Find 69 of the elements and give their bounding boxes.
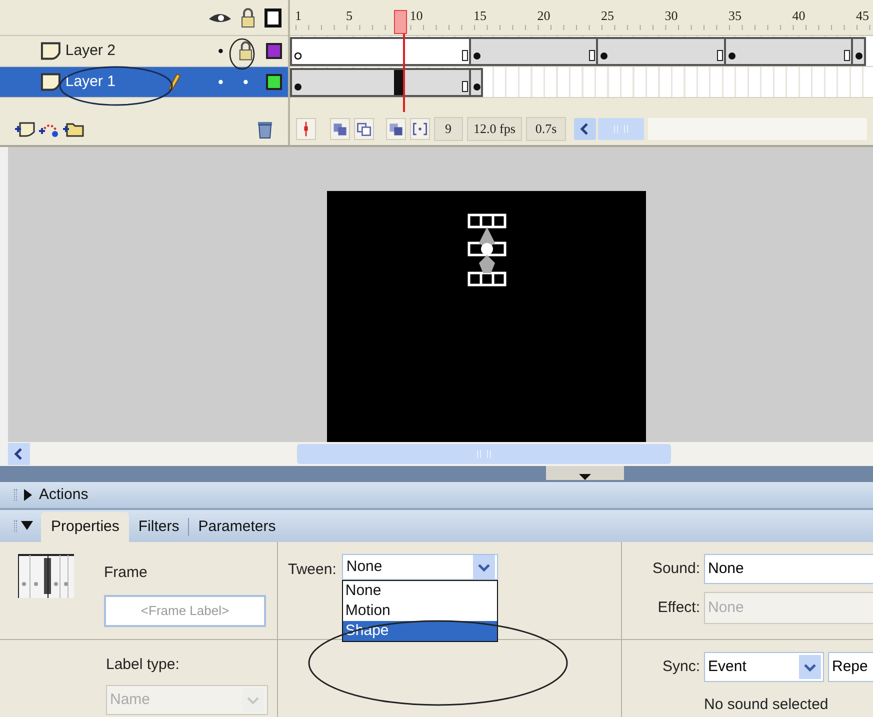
panel-tab[interactable]: Filters bbox=[129, 512, 188, 542]
effect-label: Effect: bbox=[656, 598, 700, 618]
scroll-thumb[interactable] bbox=[297, 444, 671, 464]
layer-color-swatch[interactable] bbox=[266, 74, 282, 90]
lock-icon[interactable] bbox=[240, 8, 256, 28]
panel-collapse-handle[interactable] bbox=[546, 466, 624, 480]
frame-number: 30 bbox=[664, 7, 678, 25]
frame-thumbnail-icon bbox=[18, 554, 74, 598]
empty-keyframe-icon[interactable] bbox=[293, 51, 303, 61]
sound-status: No sound selected bbox=[703, 695, 830, 716]
frame-number: 1 bbox=[295, 7, 302, 25]
frame-span[interactable] bbox=[290, 68, 470, 97]
frame-number: 15 bbox=[474, 7, 486, 25]
sync-label: Sync: bbox=[661, 657, 700, 678]
onion-outline-icon[interactable] bbox=[354, 118, 374, 140]
scrollbar-track[interactable] bbox=[648, 118, 867, 140]
frame-span[interactable] bbox=[851, 37, 866, 66]
label-type-label: Label type: bbox=[106, 655, 180, 676]
layer-name: Layer 2 bbox=[65, 40, 116, 61]
current-frame: 9 bbox=[434, 117, 462, 142]
center-frame-icon[interactable] bbox=[296, 118, 316, 140]
frame-number: 40 bbox=[792, 7, 806, 25]
sync-dropdown[interactable]: Event bbox=[704, 652, 824, 682]
panel-tab[interactable]: Parameters bbox=[189, 512, 285, 542]
tween-label: Tween: bbox=[288, 560, 336, 580]
tween-option[interactable]: Motion bbox=[343, 601, 498, 622]
scroll-thumb[interactable] bbox=[598, 118, 644, 140]
down-arrow-icon bbox=[578, 474, 590, 480]
actions-panel-header[interactable]: Actions bbox=[0, 482, 873, 510]
panel-tab[interactable]: Properties bbox=[41, 512, 130, 542]
scroll-left-button[interactable] bbox=[574, 118, 596, 140]
repeat-dropdown[interactable]: Repe bbox=[828, 652, 873, 682]
edit-frames-icon[interactable] bbox=[386, 118, 406, 140]
sound-dropdown[interactable]: None bbox=[704, 554, 873, 584]
keyframe-dot-icon[interactable] bbox=[472, 51, 482, 61]
frame-number: 10 bbox=[410, 7, 423, 25]
tween-option[interactable]: None bbox=[343, 581, 498, 602]
trash-icon[interactable] bbox=[256, 119, 274, 140]
frame-number: 35 bbox=[728, 7, 742, 25]
keyframe-dot-icon[interactable] bbox=[293, 82, 303, 92]
onion-markers-icon[interactable] bbox=[410, 118, 430, 140]
tween-dropdown[interactable]: None bbox=[342, 554, 498, 580]
layer-icon bbox=[40, 72, 62, 92]
scroll-left-button[interactable] bbox=[8, 443, 30, 466]
keyframe-dot-icon[interactable] bbox=[599, 51, 609, 61]
frame-number: 5 bbox=[346, 7, 352, 25]
layer-icon bbox=[40, 41, 62, 61]
frame-number: 25 bbox=[601, 7, 614, 25]
elapsed-time: 0.7s bbox=[526, 117, 566, 142]
keyframe-dot-icon[interactable] bbox=[726, 51, 736, 61]
frame-label-field[interactable]: <Frame Label> bbox=[104, 594, 266, 627]
annotation-ellipse bbox=[228, 37, 256, 71]
expand-arrow-icon[interactable] bbox=[23, 488, 33, 501]
outline-icon[interactable] bbox=[264, 8, 282, 28]
frame-number: 20 bbox=[537, 7, 550, 25]
keyframe-dot-icon[interactable] bbox=[472, 82, 482, 92]
frame-heading: Frame bbox=[104, 563, 148, 584]
collapse-arrow-icon[interactable] bbox=[21, 521, 33, 532]
keyframe-dot-icon[interactable] bbox=[854, 51, 864, 61]
frame-span[interactable] bbox=[468, 68, 484, 97]
layer-color-swatch[interactable] bbox=[266, 43, 282, 59]
new-layer-icon[interactable] bbox=[14, 120, 36, 138]
onion-skin-icon[interactable] bbox=[330, 118, 350, 140]
layer-row[interactable]: Layer 1 bbox=[0, 67, 288, 98]
layer-name: Layer 1 bbox=[65, 72, 116, 92]
frame-rate: 12.0 fps bbox=[466, 117, 522, 142]
frame-number: 45 bbox=[856, 7, 869, 25]
playhead-marker[interactable] bbox=[394, 10, 407, 34]
sound-label: Sound: bbox=[651, 559, 700, 580]
